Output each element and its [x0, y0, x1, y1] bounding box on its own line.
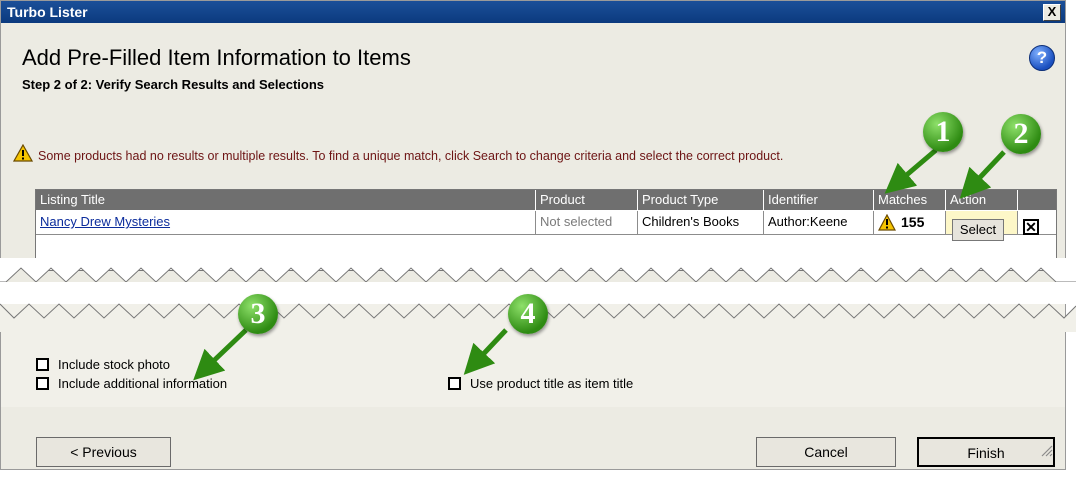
- callout-arrows: [193, 148, 1006, 381]
- callout-badge-1: 1: [923, 112, 963, 152]
- callout-badge-4: 4: [508, 294, 548, 334]
- callout-badge-3: 3: [238, 294, 278, 334]
- callout-arrow-3: [193, 328, 248, 381]
- callout-badge-2: 2: [1001, 114, 1041, 154]
- callout-arrow-4: [463, 328, 508, 375]
- callout-arrow-1: [884, 148, 938, 194]
- callout-arrow-2: [959, 150, 1006, 199]
